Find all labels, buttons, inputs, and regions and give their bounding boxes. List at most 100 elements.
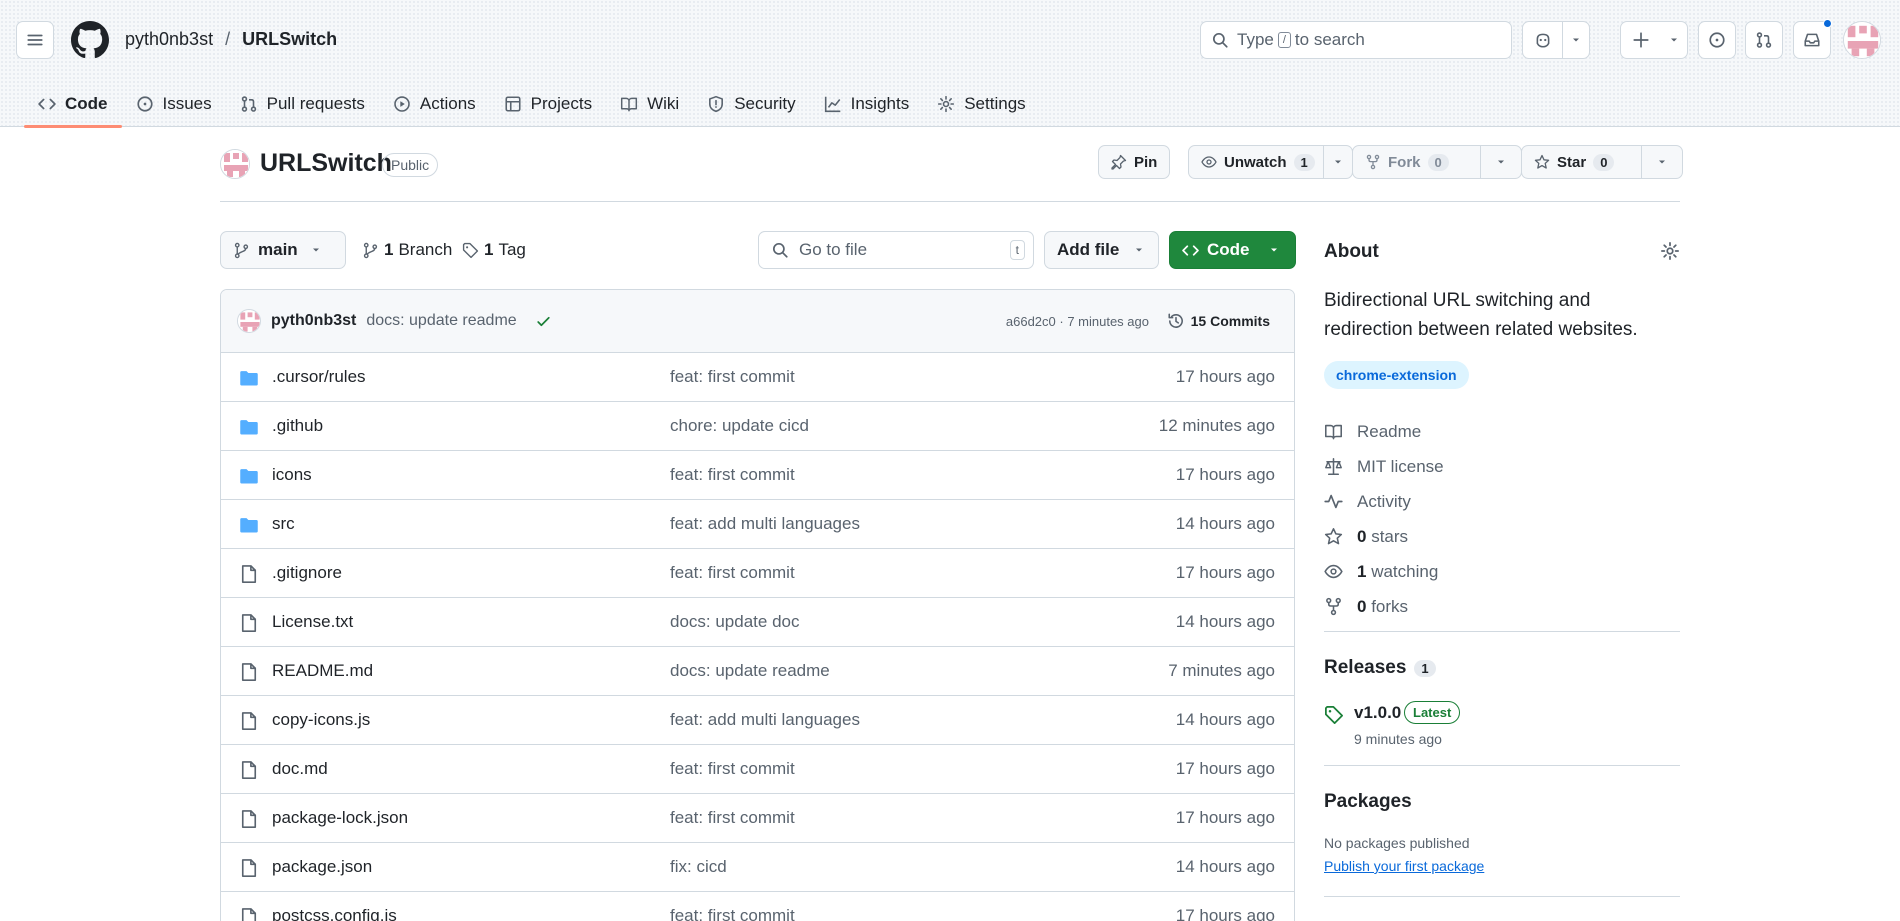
global-search-input[interactable]: Type / to search <box>1200 21 1512 59</box>
tab-issues[interactable]: Issues <box>122 80 226 127</box>
tab-code[interactable]: Code <box>24 80 122 128</box>
fork-button[interactable]: Fork 0 <box>1352 145 1522 179</box>
file-name[interactable]: .cursor/rules <box>272 367 366 387</box>
triangle-down-icon <box>312 248 319 252</box>
file-commit-message[interactable]: chore: update cicd <box>670 416 809 436</box>
readme-link[interactable]: Readme <box>1324 414 1444 449</box>
menu-button[interactable] <box>16 21 54 59</box>
file-commit-message[interactable]: feat: first commit <box>670 367 795 387</box>
file-name[interactable]: package.json <box>272 857 372 877</box>
watching-link[interactable]: 1 watching <box>1324 554 1444 589</box>
file-commit-age: 17 hours ago <box>1175 808 1275 827</box>
file-name[interactable]: README.md <box>272 661 373 681</box>
packages-title[interactable]: Packages <box>1324 791 1412 813</box>
create-new-dropdown[interactable] <box>1660 22 1687 58</box>
file-row[interactable]: postcss.config.js feat: first commit 17 ho… <box>221 892 1294 921</box>
license-link[interactable]: MIT license <box>1324 449 1444 484</box>
gear-icon[interactable] <box>1660 241 1680 261</box>
tab-settings[interactable]: Settings <box>923 80 1039 127</box>
file-row[interactable]: copy-icons.js feat: add multi languages 14… <box>221 696 1294 745</box>
tab-security[interactable]: Security <box>693 80 809 127</box>
file-name[interactable]: icons <box>272 465 312 485</box>
branch-selector[interactable]: main <box>220 231 346 269</box>
file-commit-message[interactable]: feat: first commit <box>670 759 795 779</box>
file-commit-message[interactable]: docs: update doc <box>670 612 799 632</box>
commit-meta[interactable]: a66d2c0 · 7 minutes ago <box>1006 314 1149 329</box>
file-row[interactable]: icons feat: first commit 17 hours ago <box>221 451 1294 500</box>
user-avatar[interactable] <box>1843 21 1881 59</box>
publish-package-link[interactable]: Publish your first package <box>1324 858 1484 874</box>
pin-button[interactable]: Pin <box>1098 145 1171 179</box>
commit-message[interactable]: docs: update readme <box>366 312 516 330</box>
file-name[interactable]: copy-icons.js <box>272 710 370 730</box>
repo-title[interactable]: URLSwitch <box>260 149 392 178</box>
tags-link[interactable]: 1 Tag <box>462 240 526 260</box>
repo-owner-avatar[interactable] <box>220 149 250 179</box>
add-file-button[interactable]: Add file <box>1044 231 1159 269</box>
tab-wiki[interactable]: Wiki <box>606 80 693 127</box>
folder-icon <box>240 420 258 435</box>
unwatch-button[interactable]: Unwatch 1 <box>1188 145 1353 179</box>
file-row[interactable]: .gitignore feat: first commit 17 hours ago <box>221 549 1294 598</box>
file-commit-message[interactable]: feat: first commit <box>670 563 795 583</box>
file-row[interactable]: src feat: add multi languages 14 hours ago <box>221 500 1294 549</box>
activity-link[interactable]: Activity <box>1324 484 1444 519</box>
file-commit-message[interactable]: feat: first commit <box>670 906 795 921</box>
star-dropdown[interactable] <box>1641 146 1682 178</box>
file-name[interactable]: package-lock.json <box>272 808 408 828</box>
branches-link[interactable]: 1 Branch <box>362 240 452 260</box>
unwatch-dropdown[interactable] <box>1322 146 1352 178</box>
stars-link[interactable]: 0 stars <box>1324 519 1444 554</box>
tab-projects[interactable]: Projects <box>490 80 606 127</box>
file-row[interactable]: License.txt docs: update doc 14 hours ago <box>221 598 1294 647</box>
tab-label: Issues <box>162 93 212 113</box>
file-commit-age: 17 hours ago <box>1175 759 1275 778</box>
go-to-file-input[interactable]: Go to file t <box>758 231 1034 269</box>
file-name[interactable]: .github <box>272 416 323 436</box>
stars-label: stars <box>1371 526 1409 546</box>
releases-heading[interactable]: Releases 1 <box>1324 657 1436 679</box>
pull-requests-shortcut-button[interactable] <box>1745 21 1783 59</box>
file-name[interactable]: .gitignore <box>272 563 342 583</box>
forks-link[interactable]: 0 forks <box>1324 589 1444 624</box>
file-commit-message[interactable]: feat: first commit <box>670 808 795 828</box>
breadcrumb-repo[interactable]: URLSwitch <box>242 29 337 50</box>
tab-pull-requests[interactable]: Pull requests <box>226 80 379 127</box>
github-logo-icon[interactable] <box>71 21 109 59</box>
fork-dropdown[interactable] <box>1480 146 1521 178</box>
topic-tag[interactable]: chrome-extension <box>1324 361 1469 389</box>
file-commit-message[interactable]: fix: cicd <box>670 857 727 877</box>
tab-insights[interactable]: Insights <box>810 80 924 127</box>
file-name[interactable]: License.txt <box>272 612 353 632</box>
commits-link[interactable]: 15 Commits <box>1167 312 1270 330</box>
file-name[interactable]: doc.md <box>272 759 328 779</box>
file-row[interactable]: .github chore: update cicd 12 minutes ago <box>221 402 1294 451</box>
issues-shortcut-button[interactable] <box>1698 21 1736 59</box>
file-row[interactable]: .cursor/rules feat: first commit 17 hours … <box>221 353 1294 402</box>
code-dropdown-button[interactable]: Code <box>1169 231 1296 269</box>
check-icon[interactable] <box>535 313 552 330</box>
create-new-button[interactable] <box>1620 21 1688 59</box>
release-version[interactable]: v1.0.0 <box>1354 703 1401 723</box>
file-commit-message[interactable]: docs: update readme <box>670 661 830 681</box>
tab-actions[interactable]: Actions <box>379 80 490 127</box>
file-name[interactable]: src <box>272 514 295 534</box>
file-commit-message[interactable]: feat: add multi languages <box>670 710 860 730</box>
fork-icon <box>1366 154 1380 170</box>
copilot-main[interactable] <box>1523 22 1562 58</box>
file-row[interactable]: package-lock.json feat: first commit 17 ho… <box>221 794 1294 843</box>
star-button[interactable]: Star 0 <box>1521 145 1683 179</box>
file-commit-message[interactable]: feat: first commit <box>670 465 795 485</box>
commit-author-avatar[interactable] <box>237 309 261 333</box>
file-row[interactable]: README.md docs: update readme 7 minutes ag… <box>221 647 1294 696</box>
file-row[interactable]: doc.md feat: first commit 17 hours ago <box>221 745 1294 794</box>
copilot-button[interactable] <box>1522 21 1590 59</box>
file-row[interactable]: package.json fix: cicd 14 hours ago <box>221 843 1294 892</box>
breadcrumb-owner[interactable]: pyth0nb3st <box>125 29 213 50</box>
commit-author[interactable]: pyth0nb3st <box>271 312 356 330</box>
file-commit-message[interactable]: feat: add multi languages <box>670 514 860 534</box>
file-name[interactable]: postcss.config.js <box>272 906 397 921</box>
copilot-dropdown[interactable] <box>1562 22 1589 58</box>
create-new-main[interactable] <box>1621 22 1660 58</box>
star-count: 0 <box>1593 153 1615 171</box>
